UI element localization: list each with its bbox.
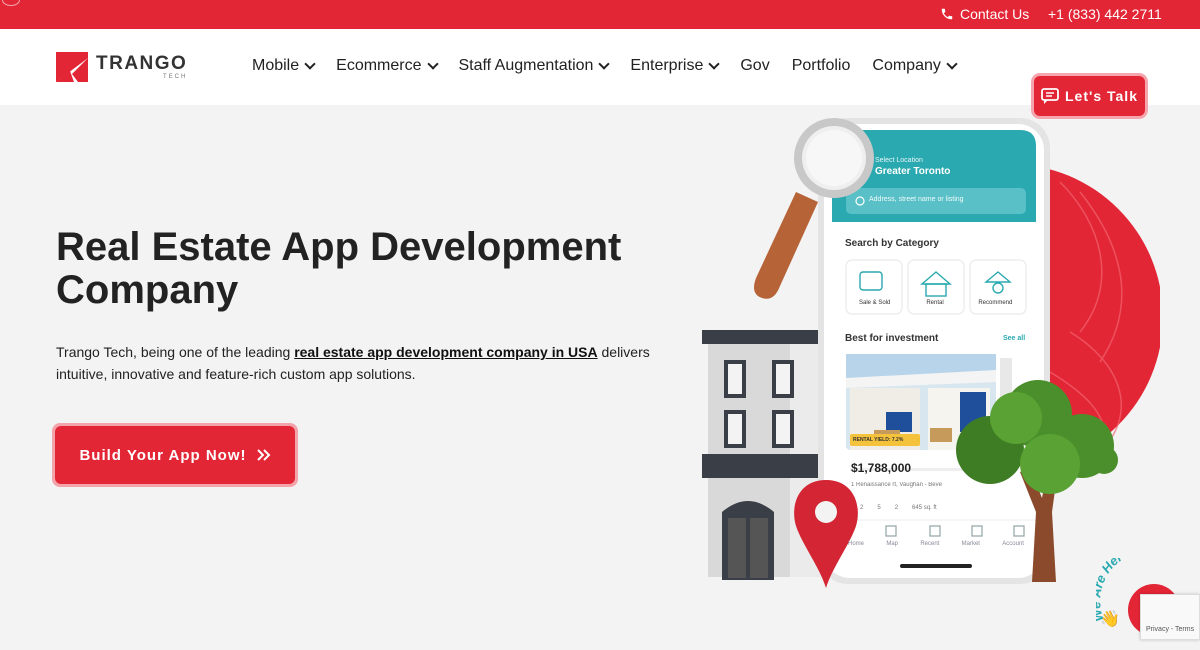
app-tab-bar: Home Map Recent Market Account	[848, 541, 1024, 547]
phone-icon	[941, 8, 953, 20]
tab-map[interactable]: Map	[886, 541, 898, 547]
nav-item-portfolio[interactable]: Portfolio	[792, 57, 851, 75]
search-placeholder[interactable]: Address, street name or listing	[869, 196, 964, 203]
rental-yield-badge: RENTAL YIELD: 7.2%	[853, 437, 904, 443]
hero-desc-part1: Trango Tech, being one of the leading	[56, 344, 295, 360]
nav-item-label: Gov	[740, 57, 770, 74]
nav-item-label: Company	[872, 57, 941, 74]
nav-item-label: Staff Augmentation	[458, 57, 594, 74]
waving-hand-icon: 👋	[1100, 610, 1120, 628]
spec-area: 645 sq. ft	[912, 505, 937, 511]
recaptcha-badge[interactable]: Privacy - Terms	[1140, 594, 1200, 640]
category-title: Search by Category	[845, 238, 939, 249]
location-value[interactable]: Greater Toronto	[875, 166, 950, 177]
chevron-down-icon	[304, 58, 316, 70]
recaptcha-text: Privacy - Terms	[1146, 626, 1195, 633]
spec-parking: 2	[894, 505, 899, 511]
category-recommend[interactable]: Recommend	[966, 300, 1025, 306]
spec-baths: 5	[877, 505, 881, 511]
trango-logo-icon	[56, 52, 88, 82]
category-labels: Sale & Sold Rental Recommend	[845, 300, 1025, 306]
nav-item-ecommerce[interactable]: Ecommerce	[336, 57, 439, 75]
nav-item-company[interactable]: Company	[872, 57, 958, 75]
hero-illustration	[702, 118, 1160, 588]
see-all-link[interactable]: See all	[1003, 335, 1025, 342]
build-app-label: Build Your App Now!	[79, 446, 247, 464]
listing-price: $1,788,000	[851, 461, 912, 475]
tab-account[interactable]: Account	[1002, 541, 1024, 547]
logo[interactable]: TRANGO TECH	[56, 52, 187, 82]
lets-talk-button[interactable]: Let's Talk	[1034, 76, 1145, 116]
chevron-down-icon	[708, 58, 721, 70]
nav-item-enterprise[interactable]: Enterprise	[630, 57, 721, 75]
tab-home[interactable]: Home	[848, 541, 864, 547]
location-caption: Select Location	[875, 157, 923, 164]
tab-recent[interactable]: Recent	[920, 541, 939, 547]
phone-number[interactable]: +1 (833) 442 2711	[1048, 6, 1162, 22]
chat-bubble-icon	[1041, 88, 1059, 104]
nav-item-label: Portfolio	[791, 57, 851, 74]
hero-description: Trango Tech, being one of the leading re…	[56, 341, 696, 385]
chevron-down-icon	[946, 58, 958, 70]
category-rental[interactable]: Rental	[904, 300, 965, 306]
chevron-down-icon	[598, 58, 611, 70]
corner-decoration	[2, 0, 20, 6]
top-bar: Contact Us +1 (833) 442 2711	[0, 0, 1200, 29]
nav-item-mobile[interactable]: Mobile	[252, 57, 316, 75]
lets-talk-label: Let's Talk	[1065, 88, 1138, 104]
primary-nav: Mobile Ecommerce Staff Augmentation Enterpr…	[252, 57, 958, 75]
tab-market[interactable]: Market	[962, 541, 980, 547]
build-app-button[interactable]: Build Your App Now!	[52, 423, 298, 487]
nav-item-label: Mobile	[252, 57, 300, 74]
hero-title: Real Estate App Development Company	[56, 225, 622, 312]
nav-item-label: Enterprise	[630, 57, 704, 74]
contact-label: Contact Us	[960, 6, 1030, 22]
spec-beds: 2	[860, 505, 864, 511]
nav-item-gov[interactable]: Gov	[740, 57, 769, 75]
listing-specs: 2 5 2 645 sq. ft	[860, 505, 937, 511]
category-sale[interactable]: Sale & Sold	[845, 300, 904, 306]
contact-link[interactable]: Contact Us	[940, 6, 1029, 22]
hero-desc-link[interactable]: real estate app development company in U…	[294, 344, 597, 360]
nav-item-staff-augmentation[interactable]: Staff Augmentation	[458, 57, 611, 75]
logo-name: TRANGO	[96, 53, 188, 74]
section-title: Best for investment	[845, 333, 939, 344]
main-navbar: TRANGO TECH Mobile Ecommerce Staff Augment…	[0, 29, 1200, 116]
double-chevron-right-icon	[256, 449, 270, 461]
chevron-down-icon	[426, 58, 439, 70]
listing-address: 1 Renaissance rt, Vaughan - Beve	[851, 482, 942, 488]
logo-sub: TECH	[162, 74, 188, 80]
nav-item-label: Ecommerce	[336, 57, 422, 74]
